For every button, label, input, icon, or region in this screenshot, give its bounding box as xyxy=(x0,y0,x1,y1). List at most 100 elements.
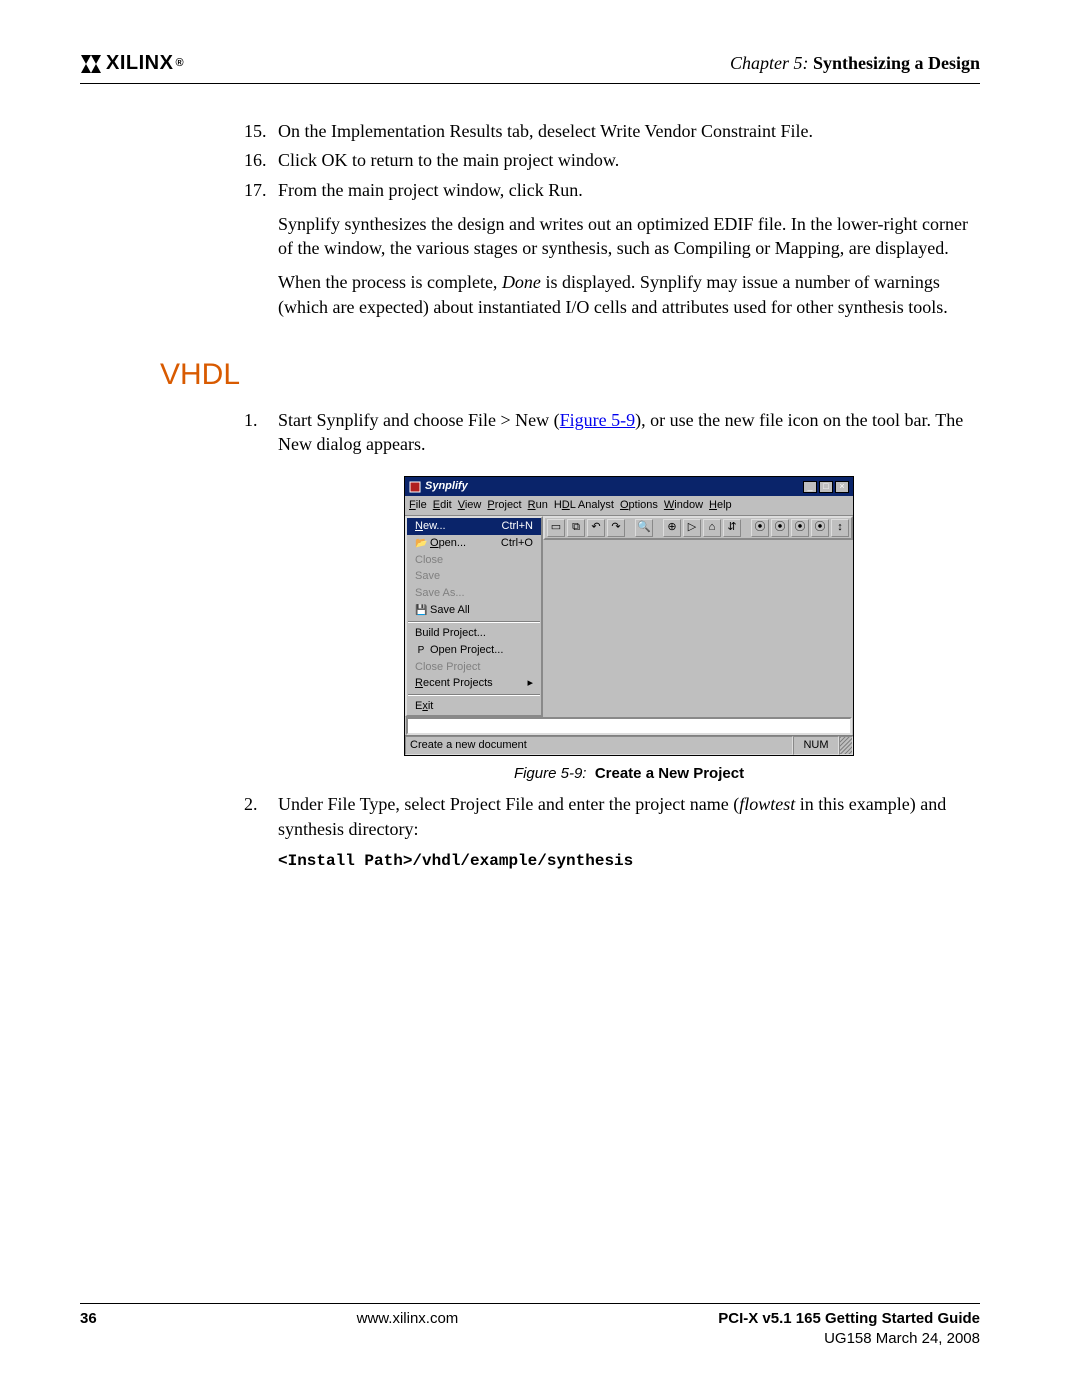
menu-view[interactable]: View xyxy=(458,498,482,513)
tool-redo-icon[interactable]: ↷ xyxy=(607,519,625,537)
figure-reference-link[interactable]: Figure 5-9 xyxy=(560,410,636,430)
synplify-window: Synplify _ □ × File Edit View Project Ru… xyxy=(404,476,854,756)
menuitem-exit[interactable]: Exit xyxy=(407,698,541,715)
menu-options[interactable]: Options xyxy=(620,498,658,513)
tool-updown-icon[interactable]: ⇵ xyxy=(723,519,741,537)
paragraph: Synplify synthesizes the design and writ… xyxy=(250,212,980,261)
step-text: On the Implementation Results tab, desel… xyxy=(278,121,813,141)
log-area xyxy=(406,717,852,735)
maximize-button[interactable]: □ xyxy=(819,481,833,493)
step-item: 17.From the main project window, click R… xyxy=(250,178,980,202)
menuitem-open-project[interactable]: POpen Project... xyxy=(407,642,541,659)
tool-run-icon[interactable]: ▷ xyxy=(683,519,701,537)
tool-tree-icon[interactable]: ⌂ xyxy=(703,519,721,537)
footer-doc-date: UG158 March 24, 2008 xyxy=(718,1329,980,1349)
step-number: 15. xyxy=(244,119,267,143)
step-text: Click OK to return to the main project w… xyxy=(278,150,619,170)
tool-sort-icon[interactable]: ↕ xyxy=(831,519,849,537)
step-text: From the main project window, click Run. xyxy=(278,180,583,200)
menuitem-saveall[interactable]: 💾Save All xyxy=(407,602,541,619)
close-button[interactable]: × xyxy=(835,481,849,493)
menu-hdl-analyst[interactable]: HDL Analyst xyxy=(554,498,614,513)
menuitem-new-label: N xyxy=(415,520,423,532)
status-text: Create a new document xyxy=(405,736,793,755)
page-footer: 36 www.xilinx.com PCI-X v5.1 165 Getting… xyxy=(80,1303,980,1350)
step-item: 15.On the Implementation Results tab, de… xyxy=(250,119,980,143)
page-number: 36 xyxy=(80,1309,97,1350)
tool-find-icon[interactable]: 🔍 xyxy=(635,519,653,537)
menuitem-save: Save xyxy=(407,568,541,585)
text-emphasis: Done xyxy=(502,272,541,292)
brand-text: XILINX xyxy=(106,50,173,77)
menu-separator xyxy=(408,621,540,623)
step-list-a: 15.On the Implementation Results tab, de… xyxy=(250,119,980,202)
step-item: 16.Click OK to return to the main projec… xyxy=(250,148,980,172)
document-page: XILINX ® Chapter 5: Synthesizing a Desig… xyxy=(0,0,1080,1397)
menu-separator xyxy=(408,694,540,696)
toolbar: ▭ ⧉ ↶ ↷ 🔍 ⊕ ▷ ⌂ ⇵ ⦿ xyxy=(543,516,853,540)
statusbar: Create a new document NUM xyxy=(405,735,853,755)
minimize-button[interactable]: _ xyxy=(803,481,817,493)
menu-help[interactable]: Help xyxy=(709,498,732,513)
saveall-icon: 💾 xyxy=(415,604,427,618)
menuitem-recent-projects[interactable]: Recent Projects▸ xyxy=(407,675,541,692)
step-number: 17. xyxy=(244,178,267,202)
tool-zoom4-icon[interactable]: ⦿ xyxy=(811,519,829,537)
brand-logo: XILINX ® xyxy=(80,50,184,77)
titlebar: Synplify _ □ × xyxy=(405,477,853,496)
figure-caption-title: Create a New Project xyxy=(595,765,744,782)
tool-zoom2-icon[interactable]: ⦿ xyxy=(771,519,789,537)
chapter-label: Chapter 5: Synthesizing a Design xyxy=(730,51,980,75)
window-controls: _ □ × xyxy=(803,481,849,493)
project-icon: P xyxy=(415,644,427,658)
text-run: Under File Type, select Project File and… xyxy=(278,794,739,814)
tool-copy-icon[interactable]: ⧉ xyxy=(567,519,585,537)
menubar: File Edit View Project Run HDL Analyst O… xyxy=(405,496,853,516)
text-emphasis: flowtest xyxy=(739,794,795,814)
figure-5-9: Synplify _ □ × File Edit View Project Ru… xyxy=(278,476,980,784)
figure-caption-prefix: Figure 5-9: xyxy=(514,765,587,782)
step-list-b: 1. Start Synplify and choose File > New … xyxy=(250,408,980,457)
step-item: 2. Under File Type, select Project File … xyxy=(250,792,980,841)
menu-window[interactable]: Window xyxy=(664,498,703,513)
menu-edit[interactable]: Edit xyxy=(433,498,452,513)
menu-project[interactable]: Project xyxy=(487,498,521,513)
submenu-arrow-icon: ▸ xyxy=(515,676,533,691)
document-area: ▭ ⧉ ↶ ↷ 🔍 ⊕ ▷ ⌂ ⇵ ⦿ xyxy=(543,516,853,717)
menuitem-close: Close xyxy=(407,552,541,569)
footer-url[interactable]: www.xilinx.com xyxy=(97,1309,719,1350)
workspace: New...Ctrl+N 📂Open...Ctrl+O Close Save S… xyxy=(405,516,853,717)
menuitem-open[interactable]: 📂Open...Ctrl+O xyxy=(407,535,541,552)
chapter-title: Synthesizing a Design xyxy=(813,53,980,73)
titlebar-title: Synplify xyxy=(425,479,468,494)
step-number: 2. xyxy=(244,792,258,816)
empty-canvas xyxy=(544,541,852,671)
figure-caption: Figure 5-9: Create a New Project xyxy=(278,764,980,784)
brand-reg: ® xyxy=(175,56,184,71)
body-content: 15.On the Implementation Results tab, de… xyxy=(250,119,980,872)
file-dropdown-menu: New...Ctrl+N 📂Open...Ctrl+O Close Save S… xyxy=(405,516,543,717)
shortcut: Ctrl+O xyxy=(489,536,533,551)
menuitem-new[interactable]: New...Ctrl+N xyxy=(407,518,541,535)
tool-new-icon[interactable]: ▭ xyxy=(547,519,565,537)
install-path-code: <Install Path>/vhdl/example/synthesis xyxy=(250,851,980,873)
paragraph: When the process is complete, Done is di… xyxy=(250,270,980,319)
footer-doc-title: PCI-X v5.1 165 Getting Started Guide xyxy=(718,1309,980,1329)
resize-grip-icon[interactable] xyxy=(839,736,853,755)
tool-zoom1-icon[interactable]: ⦿ xyxy=(751,519,769,537)
open-icon: 📂 xyxy=(415,537,427,551)
menuitem-close-project: Close Project xyxy=(407,659,541,676)
page-header: XILINX ® Chapter 5: Synthesizing a Desig… xyxy=(80,50,980,84)
step-list-b2: 2. Under File Type, select Project File … xyxy=(250,792,980,841)
menuitem-saveas: Save As... xyxy=(407,585,541,602)
text-run: When the process is complete, xyxy=(278,272,502,292)
chapter-prefix: Chapter 5: xyxy=(730,53,813,73)
tool-undo-icon[interactable]: ↶ xyxy=(587,519,605,537)
menu-file[interactable]: File xyxy=(409,498,427,513)
step-number: 16. xyxy=(244,148,267,172)
menu-run[interactable]: Run xyxy=(528,498,548,513)
section-heading-vhdl: VHDL xyxy=(160,355,980,396)
tool-zoom3-icon[interactable]: ⦿ xyxy=(791,519,809,537)
tool-add-icon[interactable]: ⊕ xyxy=(663,519,681,537)
menuitem-build-project[interactable]: Build Project... xyxy=(407,625,541,642)
